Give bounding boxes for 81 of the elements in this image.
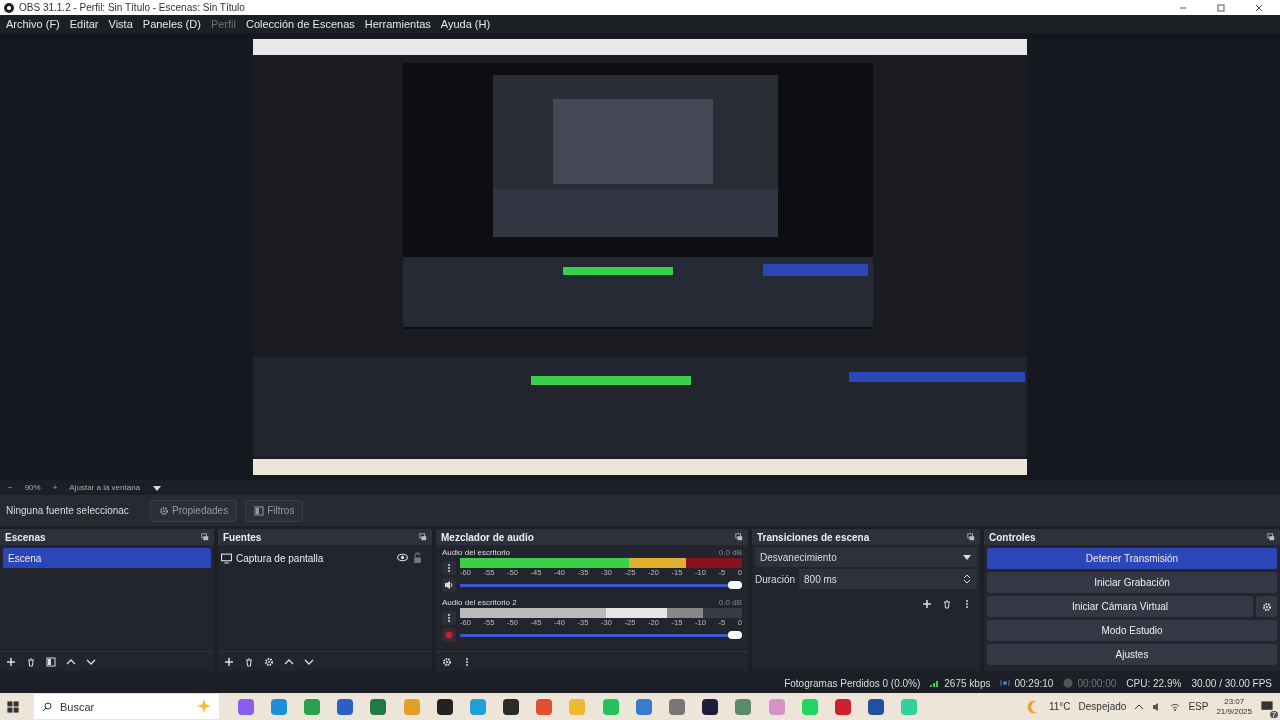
panel-title: Transiciones de escena [757, 531, 870, 543]
add-icon[interactable] [224, 656, 234, 667]
undock-icon[interactable] [201, 533, 209, 541]
fps-counter: 30.00 / 30.00 FPS [1191, 677, 1272, 689]
control-button[interactable]: Iniciar Cámara Virtual [987, 596, 1253, 617]
monitor-icon [221, 552, 232, 564]
undock-icon[interactable] [419, 533, 427, 541]
cpu-usage: CPU: 22.9% [1126, 677, 1182, 689]
undock-icon[interactable] [735, 533, 743, 541]
filter-icon[interactable] [46, 656, 56, 667]
selected-source-label: Ninguna fuente seleccionac [6, 505, 130, 516]
duration-field[interactable]: 800 ms [799, 569, 977, 589]
trash-icon[interactable] [26, 656, 36, 667]
bitrate: 2675 kbps [944, 677, 991, 689]
duration-label: Duración [755, 573, 796, 585]
clock[interactable]: 23:07 21/9/2025 [1216, 696, 1252, 717]
taskbar-app-icon[interactable] [868, 698, 885, 715]
settings-button[interactable] [1256, 596, 1277, 617]
volume-slider[interactable] [460, 583, 742, 587]
panel-title: Controles [989, 531, 1036, 543]
sparkle-icon [197, 698, 211, 713]
wifi-icon[interactable] [1170, 701, 1181, 712]
control-button[interactable]: Modo Estudio [987, 620, 1277, 641]
control-button[interactable]: Iniciar Grabación [987, 572, 1277, 593]
source-item[interactable]: Captura de pantalla [236, 548, 393, 568]
channel-name: Audio del escritorio [442, 548, 511, 557]
undock-icon[interactable] [1267, 533, 1275, 541]
db-reading: 0.0 dB [718, 548, 742, 557]
control-button[interactable]: Detener Transmisión [987, 548, 1277, 569]
gear-icon[interactable] [159, 505, 169, 516]
panel-title: Fuentes [223, 531, 262, 543]
weather-label: Despejado [1078, 701, 1127, 712]
record-time: 00:00:00 [1077, 677, 1117, 689]
menu-item[interactable]: Editar [69, 18, 99, 30]
taskbar-app-icon[interactable] [702, 698, 719, 715]
zoom-level: 90% [24, 483, 41, 492]
panel-title: Escenas [5, 531, 46, 543]
speaker-icon[interactable] [442, 578, 456, 592]
add-icon[interactable] [6, 656, 16, 667]
stream-time: 00:29:10 [1014, 677, 1054, 689]
temperature: 11°C [1048, 701, 1071, 712]
menu-item[interactable]: Vista [108, 18, 133, 30]
scene-item[interactable]: Escena [3, 548, 211, 568]
control-button[interactable]: Ajustes [987, 644, 1277, 665]
menu-item[interactable]: Ayuda (H) [440, 18, 491, 30]
filter-icon [254, 505, 265, 516]
taskbar-search[interactable]: Buscar [34, 694, 219, 719]
caret-icon [962, 552, 972, 562]
spinner-icon [962, 574, 972, 584]
filters-button[interactable]: Filtros [245, 499, 304, 522]
stream-icon [1000, 678, 1011, 688]
undock-icon[interactable] [967, 533, 975, 541]
menu-item[interactable]: Archivo (F) [6, 18, 60, 30]
add-icon[interactable] [922, 599, 932, 609]
menu-item[interactable]: Paneles (D) [142, 18, 201, 30]
zoom-in-button[interactable]: + [52, 483, 58, 492]
taskbar-app-icon[interactable] [436, 698, 453, 715]
slider-handle[interactable] [728, 580, 742, 589]
close-icon[interactable] [1254, 2, 1264, 13]
maximize-icon[interactable] [1216, 2, 1226, 13]
language-indicator[interactable]: ESP [1188, 701, 1209, 712]
record-icon [1063, 678, 1074, 688]
trash-icon[interactable] [942, 599, 952, 609]
search-icon [42, 701, 52, 712]
channel-name: Audio del escritorio 2 [442, 598, 517, 607]
properties-button[interactable]: Propiedades [150, 499, 238, 522]
panel-title: Mezclador de audio [441, 531, 534, 543]
dropped-frames: Fotogramas Perdidos 0 (0.0%) [784, 677, 921, 689]
trash-icon[interactable] [244, 656, 254, 667]
zoom-out-button[interactable]: − [8, 483, 13, 492]
fit-window-dropdown[interactable]: Ajustar a la ventana [69, 483, 141, 492]
slider-handle[interactable] [728, 630, 742, 639]
taskbar-app-icon[interactable] [503, 698, 520, 715]
transition-dropdown[interactable]: Desvanecimiento [755, 547, 977, 567]
menu-item[interactable]: Herramientas [364, 18, 431, 30]
start-icon[interactable] [6, 699, 20, 714]
signal-icon [930, 678, 941, 688]
window-title: OBS 31.1.2 - Perfil: Sin Título - Escenas: Sin Título [19, 2, 245, 13]
menu-item[interactable]: Colección de Escenas [245, 18, 355, 30]
db-reading: 0.0 dB [718, 598, 742, 607]
volume-slider[interactable] [460, 633, 742, 637]
